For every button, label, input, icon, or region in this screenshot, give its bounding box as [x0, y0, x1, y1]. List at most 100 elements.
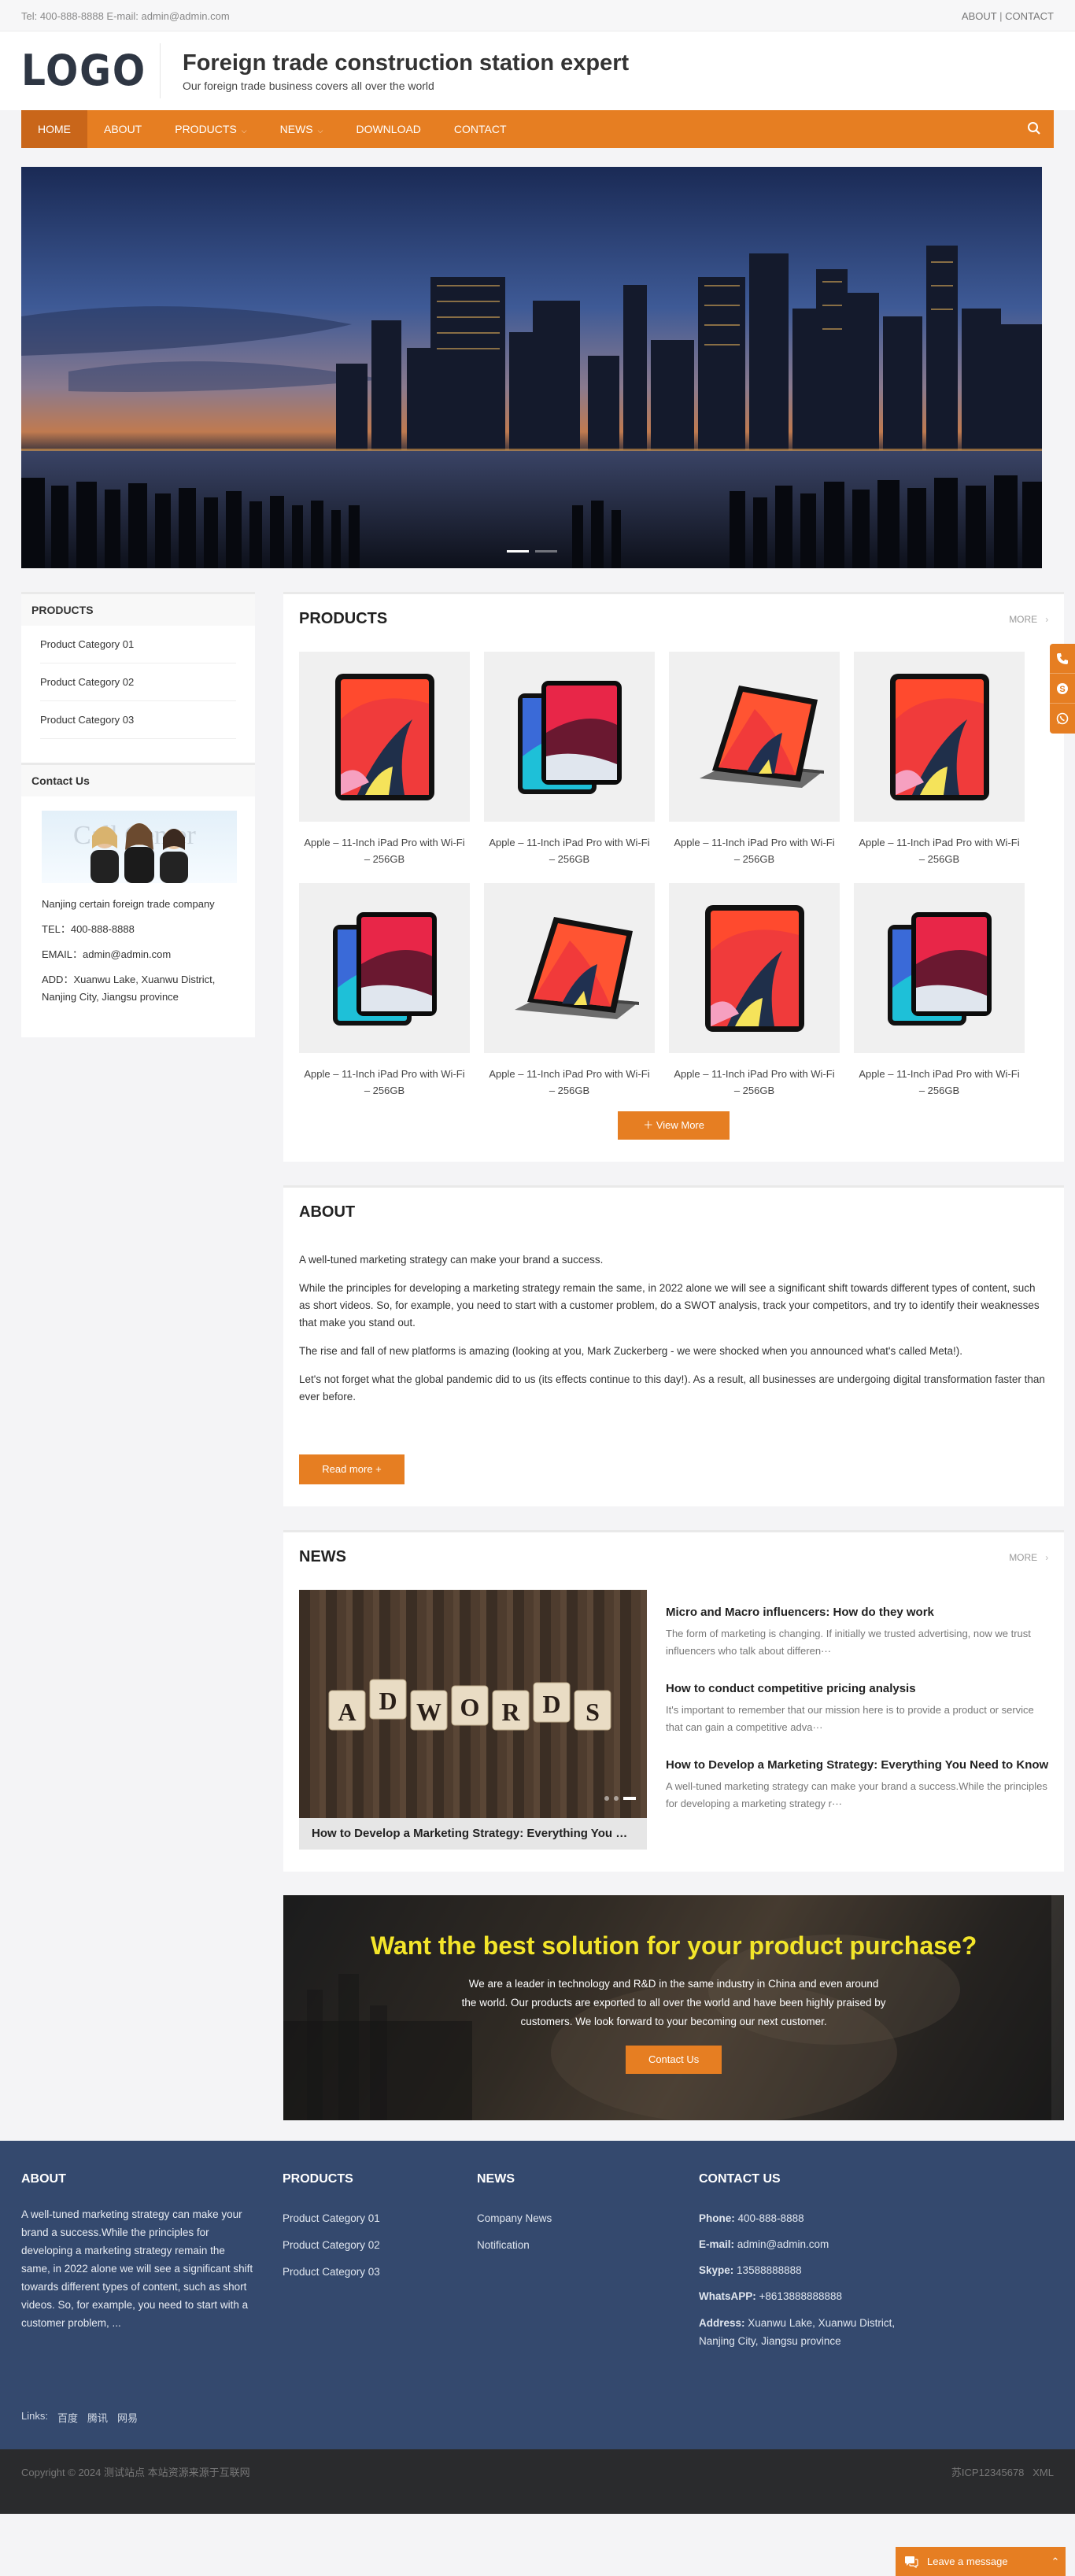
footer-products-title: PRODUCTS [283, 2172, 353, 2186]
footer-contact-value: 400-888-8888 [737, 2212, 804, 2224]
search-icon[interactable] [1027, 121, 1043, 137]
top-contact-link[interactable]: CONTACT [1005, 10, 1054, 22]
footer-news: NEWS Company News Notification [477, 2172, 699, 2410]
footer-product-link[interactable]: Product Category 01 [283, 2205, 477, 2232]
sidebar-products-title: PRODUCTS [21, 594, 255, 626]
product-card[interactable]: Apple – 11-Inch iPad Pro with Wi-Fi – 25… [669, 652, 840, 867]
slider-dot-active[interactable] [623, 1797, 636, 1800]
product-title[interactable]: Apple – 11-Inch iPad Pro with Wi-Fi – 25… [854, 834, 1025, 867]
cta-title: Want the best solution for your product … [370, 1931, 977, 1960]
cta-text: We are a leader in technology and R&D in… [461, 1978, 886, 2027]
slider-dot[interactable] [534, 550, 557, 553]
product-card[interactable]: Apple – 11-Inch iPad Pro with Wi-Fi – 25… [854, 652, 1025, 867]
product-title[interactable]: Apple – 11-Inch iPad Pro with Wi-Fi – 25… [669, 834, 840, 867]
logo-text: LOGO [21, 46, 146, 95]
copyright-bar: Copyright © 2024 测试站点 本站资源来源于互联网 苏ICP123… [0, 2449, 1075, 2514]
skype-icon[interactable]: S [1050, 674, 1075, 704]
nav-item-news[interactable]: NEWS ⌵ [264, 110, 340, 148]
footer-product-link[interactable]: Product Category 03 [283, 2259, 477, 2286]
product-card[interactable]: Apple – 11-Inch iPad Pro with Wi-Fi – 25… [299, 652, 470, 867]
more-label: MORE [1009, 1551, 1038, 1563]
friend-link[interactable]: 网易 [117, 2410, 138, 2425]
footer-about-title: ABOUT [21, 2172, 66, 2186]
about-paragraph: A well-tuned marketing strategy can make… [299, 1254, 604, 1266]
sidebar-category-item[interactable]: Product Category 01 [40, 626, 236, 663]
product-card[interactable]: Apple – 11-Inch iPad Pro with Wi-Fi – 25… [854, 883, 1025, 1099]
city-skyline-image [21, 167, 1042, 568]
nav-item-home[interactable]: HOME [21, 110, 87, 148]
news-more-link[interactable]: MORE › [1009, 1552, 1048, 1563]
view-more-label: View More [656, 1119, 704, 1131]
footer-contact-item: Skype: 13588888888 [699, 2257, 919, 2283]
chevron-up-icon[interactable]: ⌃ [1045, 2556, 1066, 2568]
product-title[interactable]: Apple – 11-Inch iPad Pro with Wi-Fi – 25… [854, 1066, 1025, 1099]
product-title[interactable]: Apple – 11-Inch iPad Pro with Wi-Fi – 25… [669, 1066, 840, 1099]
product-image [854, 883, 1025, 1053]
letter-tile: W [410, 1690, 448, 1731]
whatsapp-icon[interactable] [1050, 704, 1075, 734]
footer-product-link[interactable]: Product Category 02 [283, 2232, 477, 2259]
footer-contact-label: WhatsAPP: [699, 2290, 756, 2302]
news-item-title[interactable]: Micro and Macro influencers: How do they… [666, 1606, 1048, 1619]
slider-dot[interactable] [614, 1796, 619, 1801]
product-card[interactable]: Apple – 11-Inch iPad Pro with Wi-Fi – 25… [484, 652, 655, 867]
featured-news-caption[interactable]: How to Develop a Marketing Strategy: Eve… [299, 1818, 647, 1850]
sidebar-email: EMAIL：admin@admin.com [42, 948, 172, 960]
product-card[interactable]: Apple – 11-Inch iPad Pro with Wi-Fi – 25… [299, 883, 470, 1099]
site-subtitle: Our foreign trade business covers all ov… [183, 79, 434, 92]
read-more-button[interactable]: Read more + [299, 1454, 405, 1484]
product-title[interactable]: Apple – 11-Inch iPad Pro with Wi-Fi – 25… [299, 834, 470, 867]
product-title[interactable]: Apple – 11-Inch iPad Pro with Wi-Fi – 25… [484, 834, 655, 867]
footer-news-link[interactable]: Notification [477, 2232, 699, 2259]
phone-icon[interactable] [1050, 644, 1075, 674]
nav-item-about[interactable]: ABOUT [87, 110, 158, 148]
view-more-button[interactable]: ＋ View More [618, 1111, 730, 1140]
letter-tile: D [533, 1682, 571, 1723]
leave-message-bar[interactable]: Leave a message ⌃ [896, 2547, 1066, 2576]
footer-news-link[interactable]: Company News [477, 2205, 699, 2232]
footer-contact-title: CONTACT US [699, 2172, 781, 2186]
friend-link[interactable]: 腾讯 [87, 2410, 108, 2425]
footer-contact-label: E-mail: [699, 2238, 735, 2250]
company-name: Nanjing certain foreign trade company [42, 898, 215, 910]
slider-dot[interactable] [604, 1796, 609, 1801]
about-text: A well-tuned marketing strategy can make… [299, 1251, 1048, 1406]
product-card[interactable]: Apple – 11-Inch iPad Pro with Wi-Fi – 25… [669, 883, 840, 1099]
chevron-right-icon: › [1045, 1551, 1049, 1563]
product-grid: Apple – 11-Inch iPad Pro with Wi-Fi – 25… [299, 652, 1048, 1099]
sidebar-category-item[interactable]: Product Category 02 [40, 663, 236, 701]
friend-link[interactable]: 百度 [57, 2410, 78, 2425]
nav-item-products[interactable]: PRODUCTS ⌵ [158, 110, 263, 148]
icp-link[interactable]: 苏ICP12345678 [951, 2467, 1025, 2478]
nav-item-download[interactable]: DOWNLOAD [339, 110, 437, 148]
footer-news-title: NEWS [477, 2172, 515, 2186]
contact-us-button[interactable]: Contact Us [626, 2046, 722, 2074]
chevron-right-icon: › [1045, 613, 1049, 625]
news-item[interactable]: How to conduct competitive pricing analy… [666, 1682, 1048, 1736]
hero-banner[interactable] [21, 167, 1042, 568]
news-item[interactable]: How to Develop a Marketing Strategy: Eve… [666, 1758, 1048, 1813]
site-logo[interactable]: LOGO [21, 50, 145, 92]
header-slogan: Foreign trade construction station exper… [183, 50, 629, 92]
slider-dot[interactable] [506, 550, 529, 553]
product-card[interactable]: Apple – 11-Inch iPad Pro with Wi-Fi – 25… [484, 883, 655, 1099]
products-more-link[interactable]: MORE › [1009, 614, 1048, 625]
sidebar-category-item[interactable]: Product Category 03 [40, 701, 236, 739]
product-title[interactable]: Apple – 11-Inch iPad Pro with Wi-Fi – 25… [299, 1066, 470, 1099]
top-about-link[interactable]: ABOUT [962, 10, 997, 22]
footer-products: PRODUCTS Product Category 01 Product Cate… [283, 2172, 477, 2410]
xml-link[interactable]: XML [1033, 2467, 1054, 2478]
about-title: ABOUT [299, 1203, 356, 1221]
news-item[interactable]: Micro and Macro influencers: How do they… [666, 1606, 1048, 1660]
svg-text:R: R [501, 1698, 520, 1726]
nav-item-contact[interactable]: CONTACT [438, 110, 523, 148]
header-divider [160, 43, 161, 98]
footer-contact-item: WhatsAPP: +8613888888888 [699, 2283, 919, 2309]
footer-contact-item: Phone: 400-888-8888 [699, 2205, 919, 2231]
product-title[interactable]: Apple – 11-Inch iPad Pro with Wi-Fi – 25… [484, 1066, 655, 1099]
featured-news[interactable]: ADWORDS How to Develop a Marketing Strat… [299, 1590, 647, 1850]
news-item-title[interactable]: How to Develop a Marketing Strategy: Eve… [666, 1758, 1048, 1772]
news-item-title[interactable]: How to conduct competitive pricing analy… [666, 1682, 1048, 1695]
footer-contact-label: Address: [699, 2317, 745, 2329]
product-image [669, 883, 840, 1053]
